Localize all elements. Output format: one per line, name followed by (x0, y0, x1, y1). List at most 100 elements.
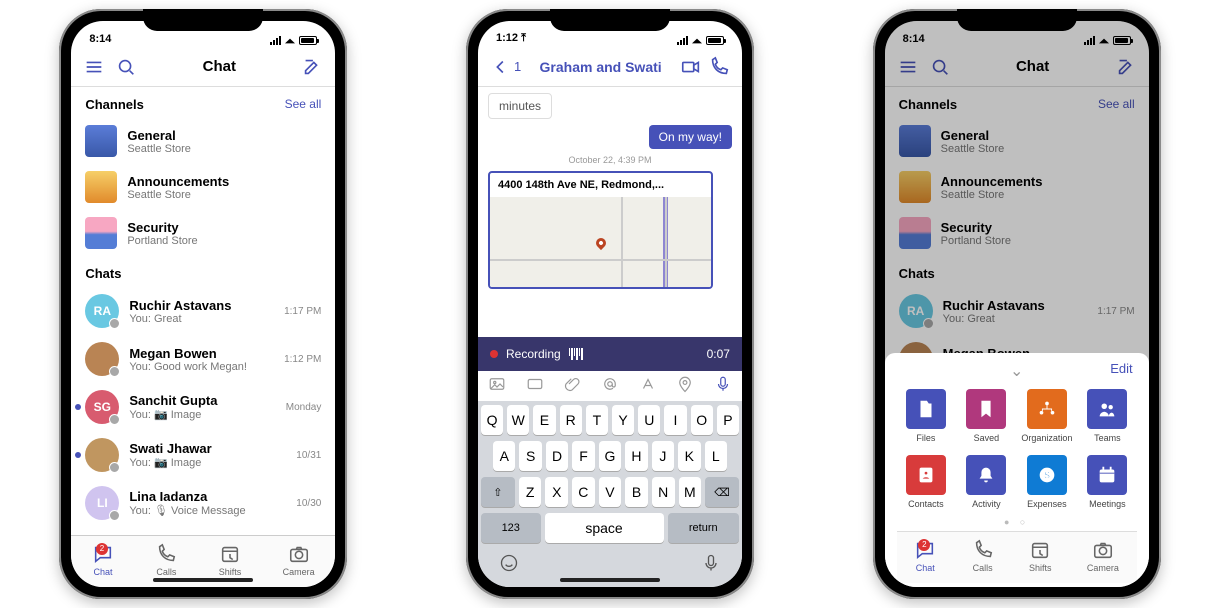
key-y[interactable]: Y (612, 405, 634, 435)
key-k[interactable]: K (678, 441, 700, 471)
apps-grid: Files Saved Organization Teams Contacts … (897, 379, 1137, 513)
microphone-icon[interactable] (714, 375, 732, 398)
channel-row[interactable]: Security Portland Store (71, 210, 335, 256)
tab-label: Calls (973, 563, 993, 573)
key-v[interactable]: V (599, 477, 622, 507)
channel-name: Security (127, 220, 321, 235)
return-key[interactable]: return (668, 513, 739, 543)
app-meetings[interactable]: Meetings (1080, 455, 1135, 509)
emoji-icon[interactable] (499, 553, 519, 578)
gif-icon[interactable] (526, 375, 544, 398)
battery-icon (299, 36, 317, 45)
home-indicator (153, 578, 253, 582)
key-q[interactable]: Q (481, 405, 503, 435)
app-contacts[interactable]: Contacts (899, 455, 954, 509)
back-button[interactable] (490, 56, 512, 78)
files-icon (906, 389, 946, 429)
key-l[interactable]: L (705, 441, 727, 471)
cellular-icon (270, 36, 281, 45)
key-t[interactable]: T (586, 405, 608, 435)
search-icon[interactable] (115, 56, 137, 78)
key-h[interactable]: H (625, 441, 647, 471)
user-avatar (85, 342, 119, 376)
video-call-icon[interactable] (680, 56, 702, 78)
tab-badge: 2 (96, 543, 108, 555)
chat-row[interactable]: LI Lina Iadanza You: 🎙 Voice Message 10/… (71, 479, 335, 527)
nav-bar: Chat (71, 47, 335, 87)
key-x[interactable]: X (545, 477, 568, 507)
format-icon[interactable] (639, 375, 657, 398)
tab-label: Chat (916, 563, 935, 573)
recording-bar[interactable]: Recording 0:07 (478, 337, 742, 371)
chat-row[interactable]: Swati Jhawar You: 📷 Image 10/31 (71, 431, 335, 479)
shift-key[interactable]: ⇧ (481, 477, 515, 507)
key-o[interactable]: O (691, 405, 713, 435)
key-r[interactable]: R (560, 405, 582, 435)
key-f[interactable]: F (572, 441, 594, 471)
location-icon[interactable] (676, 375, 694, 398)
app-organization[interactable]: Organization (1020, 389, 1075, 443)
chat-row[interactable]: SG Sanchit Gupta You: 📷 Image Monday (71, 383, 335, 431)
compose-icon[interactable] (301, 56, 323, 78)
app-expenses[interactable]: $ Expenses (1020, 455, 1075, 509)
key-m[interactable]: M (679, 477, 702, 507)
chat-row[interactable]: RA Ruchir Astavans You: Great 1:17 PM (71, 287, 335, 335)
chevron-down-icon[interactable]: ⌄ (1010, 361, 1023, 379)
see-all-link[interactable]: See all (285, 97, 322, 112)
user-avatar (85, 438, 119, 472)
key-u[interactable]: U (638, 405, 660, 435)
tab-camera[interactable]: Camera (283, 543, 315, 577)
key-s[interactable]: S (519, 441, 541, 471)
channel-row[interactable]: Announcements Seattle Store (71, 164, 335, 210)
audio-call-icon[interactable] (708, 56, 730, 78)
location-card[interactable]: 4400 148th Ave NE, Redmond,... (488, 171, 713, 289)
numbers-key[interactable]: 123 (481, 513, 541, 543)
tab-label: Shifts (1029, 563, 1052, 573)
keyboard[interactable]: QWERTYUIOP ASDFGHJKL ⇧ ZXCVBNM ⌫ 123 spa… (478, 401, 742, 587)
key-c[interactable]: C (572, 477, 595, 507)
key-e[interactable]: E (533, 405, 555, 435)
tab-calls[interactable]: Calls (972, 539, 994, 573)
app-files[interactable]: Files (899, 389, 954, 443)
tab-chat[interactable]: Chat2 (92, 543, 114, 577)
home-indicator (560, 578, 660, 582)
space-key[interactable]: space (545, 513, 664, 543)
back-badge: 1 (514, 59, 521, 74)
key-i[interactable]: I (664, 405, 686, 435)
chat-row[interactable]: Megan Bowen You: Good work Megan! 1:12 P… (71, 335, 335, 383)
tab-camera[interactable]: Camera (1087, 539, 1119, 573)
dictation-icon[interactable] (701, 553, 721, 578)
hamburger-icon[interactable] (83, 56, 105, 78)
key-p[interactable]: P (717, 405, 739, 435)
tab-calls[interactable]: Calls (155, 543, 177, 577)
key-g[interactable]: G (599, 441, 621, 471)
tab-label: Calls (156, 567, 176, 577)
key-d[interactable]: D (546, 441, 568, 471)
tab-shifts[interactable]: Shifts (1029, 539, 1052, 573)
attach-icon[interactable] (563, 375, 581, 398)
edit-button[interactable]: Edit (1110, 361, 1132, 376)
channel-sub: Portland Store (127, 235, 321, 247)
app-activity[interactable]: Activity (959, 455, 1014, 509)
app-saved[interactable]: Saved (959, 389, 1014, 443)
key-b[interactable]: B (625, 477, 648, 507)
backspace-key[interactable]: ⌫ (705, 477, 739, 507)
mention-icon[interactable] (601, 375, 619, 398)
chat-name: Ruchir Astavans (129, 298, 274, 313)
meetings-icon (1087, 455, 1127, 495)
tab-chat[interactable]: Chat2 (914, 539, 936, 573)
key-z[interactable]: Z (519, 477, 542, 507)
key-n[interactable]: N (652, 477, 675, 507)
organization-icon (1027, 389, 1067, 429)
channel-row[interactable]: General Seattle Store (71, 118, 335, 164)
unread-dot-icon (75, 452, 81, 458)
key-w[interactable]: W (507, 405, 529, 435)
chat-preview: You: Great (129, 313, 274, 325)
image-icon[interactable] (488, 375, 506, 398)
app-teams[interactable]: Teams (1080, 389, 1135, 443)
unread-dot-icon (75, 404, 81, 410)
app-label: Files (916, 433, 935, 443)
key-a[interactable]: A (493, 441, 515, 471)
tab-shifts[interactable]: Shifts (219, 543, 242, 577)
key-j[interactable]: J (652, 441, 674, 471)
